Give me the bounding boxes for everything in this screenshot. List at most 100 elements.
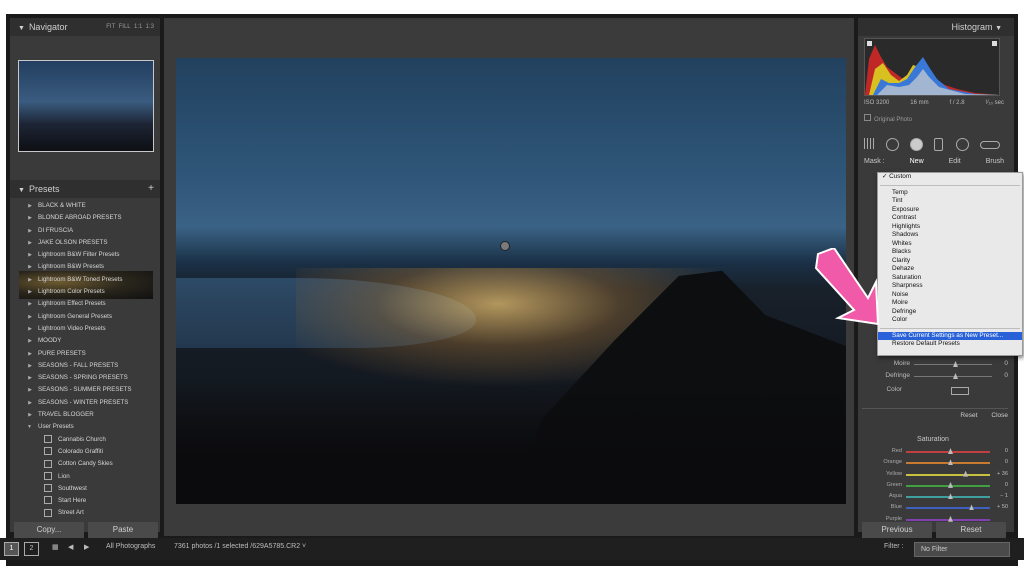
collapsed-triangle-icon[interactable]: ▶ [10,335,32,347]
preset-folder[interactable]: ▶ Lightroom B&W Filter Presets [10,249,160,261]
preset-folder[interactable]: ▶ Lightroom B&W Presets [10,261,160,273]
collapsed-triangle-icon[interactable]: ▶ [10,409,32,421]
collapsed-triangle-icon[interactable]: ▶ [10,384,32,396]
saturation-track[interactable] [906,491,990,502]
saturation-knob[interactable] [948,515,953,522]
menu-item-saturation[interactable]: Saturation [878,274,1022,283]
preset-folder[interactable]: ▶ SEASONS - SPRING PRESETS [10,372,160,384]
main-photo[interactable] [176,58,846,504]
zoom-fit[interactable]: FIT [106,24,115,30]
navigator-thumbnail[interactable] [18,60,154,299]
preset-folder[interactable]: ▶ Lightroom General Presets [10,311,160,323]
preset-folder[interactable]: ▶ PURE PRESETS [10,348,160,360]
saturation-track[interactable] [906,457,990,468]
menu-item-whites[interactable]: Whites [878,240,1022,249]
collapsed-triangle-icon[interactable]: ▶ [10,348,32,360]
collapsed-triangle-icon[interactable]: ▶ [10,360,32,372]
menu-item-restore-defaults[interactable]: Restore Default Presets [878,340,1022,349]
presets-header[interactable]: ▼ Presets + [10,180,160,198]
user-preset-item[interactable]: Street Art [10,507,160,519]
slider-track[interactable] [914,370,992,382]
collapsed-triangle-icon[interactable]: ▶ [10,237,32,249]
user-preset-item[interactable]: Start Here [10,495,160,507]
collapsed-triangle-icon[interactable]: ▶ [10,372,32,384]
saturation-knob[interactable] [948,448,953,454]
back-arrow-icon[interactable]: ◀ [68,543,73,551]
navigator-zoom-options[interactable]: FIT FILL 1:1 1:3 [106,18,154,36]
paste-button[interactable]: Paste [88,522,158,538]
slider-knob[interactable] [953,361,958,367]
mask-brush-button[interactable]: Brush [986,158,1004,170]
selection-status[interactable]: 7361 photos /1 selected /629A5785.CR2 ˅ [174,543,306,550]
reset-button[interactable]: Reset [936,522,1006,538]
saturation-value[interactable]: 0 [990,457,1008,468]
page-2-button[interactable]: 2 [24,542,39,556]
saturation-knob[interactable] [948,493,953,500]
filter-select[interactable]: No Filter [914,542,1010,557]
preset-folder[interactable]: ▶ SEASONS - WINTER PRESETS [10,397,160,409]
mask-reset-button[interactable]: Reset [960,409,977,423]
menu-item-highlights[interactable]: Highlights [878,223,1022,232]
expanded-triangle-icon[interactable]: ▼ [10,421,32,433]
slider-track[interactable] [914,358,992,370]
saturation-track[interactable] [906,502,990,513]
spot-removal-icon[interactable] [910,138,923,151]
slider-knob[interactable] [953,373,958,379]
adjustment-brush-icon[interactable] [980,141,1000,149]
checkbox-icon[interactable] [864,114,871,121]
user-preset-item[interactable]: Lion [10,471,160,483]
saturation-knob[interactable] [948,459,953,466]
saturation-track[interactable] [906,469,990,480]
saturation-track[interactable] [906,480,990,491]
menu-item-exposure[interactable]: Exposure [878,206,1022,215]
menu-item-moire[interactable]: Moire [878,299,1022,308]
user-preset-item[interactable]: Cotton Candy Skies [10,458,160,470]
crop-icon[interactable] [886,138,899,151]
menu-item-shadows[interactable]: Shadows [878,231,1022,240]
preset-folder[interactable]: ▶ Lightroom Effect Presets [10,298,160,310]
collapsed-triangle-icon[interactable]: ▶ [10,298,32,310]
saturation-knob[interactable] [948,481,953,488]
saturation-value[interactable]: 0 [990,446,1008,457]
grid-view-icon[interactable]: ▦ [52,543,59,551]
collapsed-triangle-icon[interactable]: ▶ [10,286,32,298]
page-1-button[interactable]: 1 [4,542,19,556]
preset-folder[interactable]: ▶ Lightroom Color Presets [10,286,160,298]
preset-folder[interactable]: ▼ User Presets [10,421,160,433]
previous-button[interactable]: Previous [862,522,932,538]
collapsed-triangle-icon[interactable]: ▶ [10,311,32,323]
zoom-1-3[interactable]: 1:3 [146,24,154,30]
menu-item-custom[interactable]: ✓ Custom [878,173,1022,182]
menu-item-color[interactable]: Color [878,316,1022,325]
menu-item-save-preset[interactable]: Save Current Settings as New Preset... [878,331,1022,340]
zoom-1-1[interactable]: 1:1 [134,24,142,30]
source-label[interactable]: All Photographs [106,543,155,550]
preset-folder[interactable]: ▶ SEASONS - FALL PRESETS [10,360,160,372]
mask-edit-button[interactable]: Edit [949,158,961,170]
collapsed-triangle-icon[interactable]: ▶ [10,225,32,237]
preset-folder[interactable]: ▶ BLONDE ABROAD PRESETS [10,212,160,224]
preset-folder[interactable]: ▶ JAKE OLSON PRESETS [10,237,160,249]
saturation-value[interactable]: + 36 [990,469,1008,480]
collapsed-triangle-icon[interactable]: ▶ [10,261,32,273]
user-preset-item[interactable]: Southwest [10,483,160,495]
collapsed-triangle-icon[interactable]: ▶ [10,397,32,409]
menu-item-sharpness[interactable]: Sharpness [878,282,1022,291]
menu-item-temp[interactable]: Temp [878,189,1022,198]
graduated-filter-icon[interactable] [956,138,969,151]
collapsed-triangle-icon[interactable]: ▶ [10,249,32,261]
menu-item-contrast[interactable]: Contrast [878,214,1022,223]
add-preset-icon[interactable]: + [148,180,154,198]
saturation-track[interactable] [906,446,990,457]
menu-item-noise[interactable]: Noise [878,291,1022,300]
histogram-header[interactable]: Histogram ▼ [858,18,1014,36]
menu-item-blacks[interactable]: Blacks [878,248,1022,257]
preset-folder[interactable]: ▶ Lightroom Video Presets [10,323,160,335]
preset-folder[interactable]: ▶ BLACK & WHITE [10,200,160,212]
user-preset-item[interactable]: Cannabis Church [10,434,160,446]
color-swatch[interactable] [951,387,969,395]
menu-item-defringe[interactable]: Defringe [878,308,1022,317]
preset-folder[interactable]: ▶ DI FRUSCIA [10,225,160,237]
original-photo-toggle[interactable]: Original Photo [864,114,912,123]
collapsed-triangle-icon[interactable]: ▶ [10,200,32,212]
